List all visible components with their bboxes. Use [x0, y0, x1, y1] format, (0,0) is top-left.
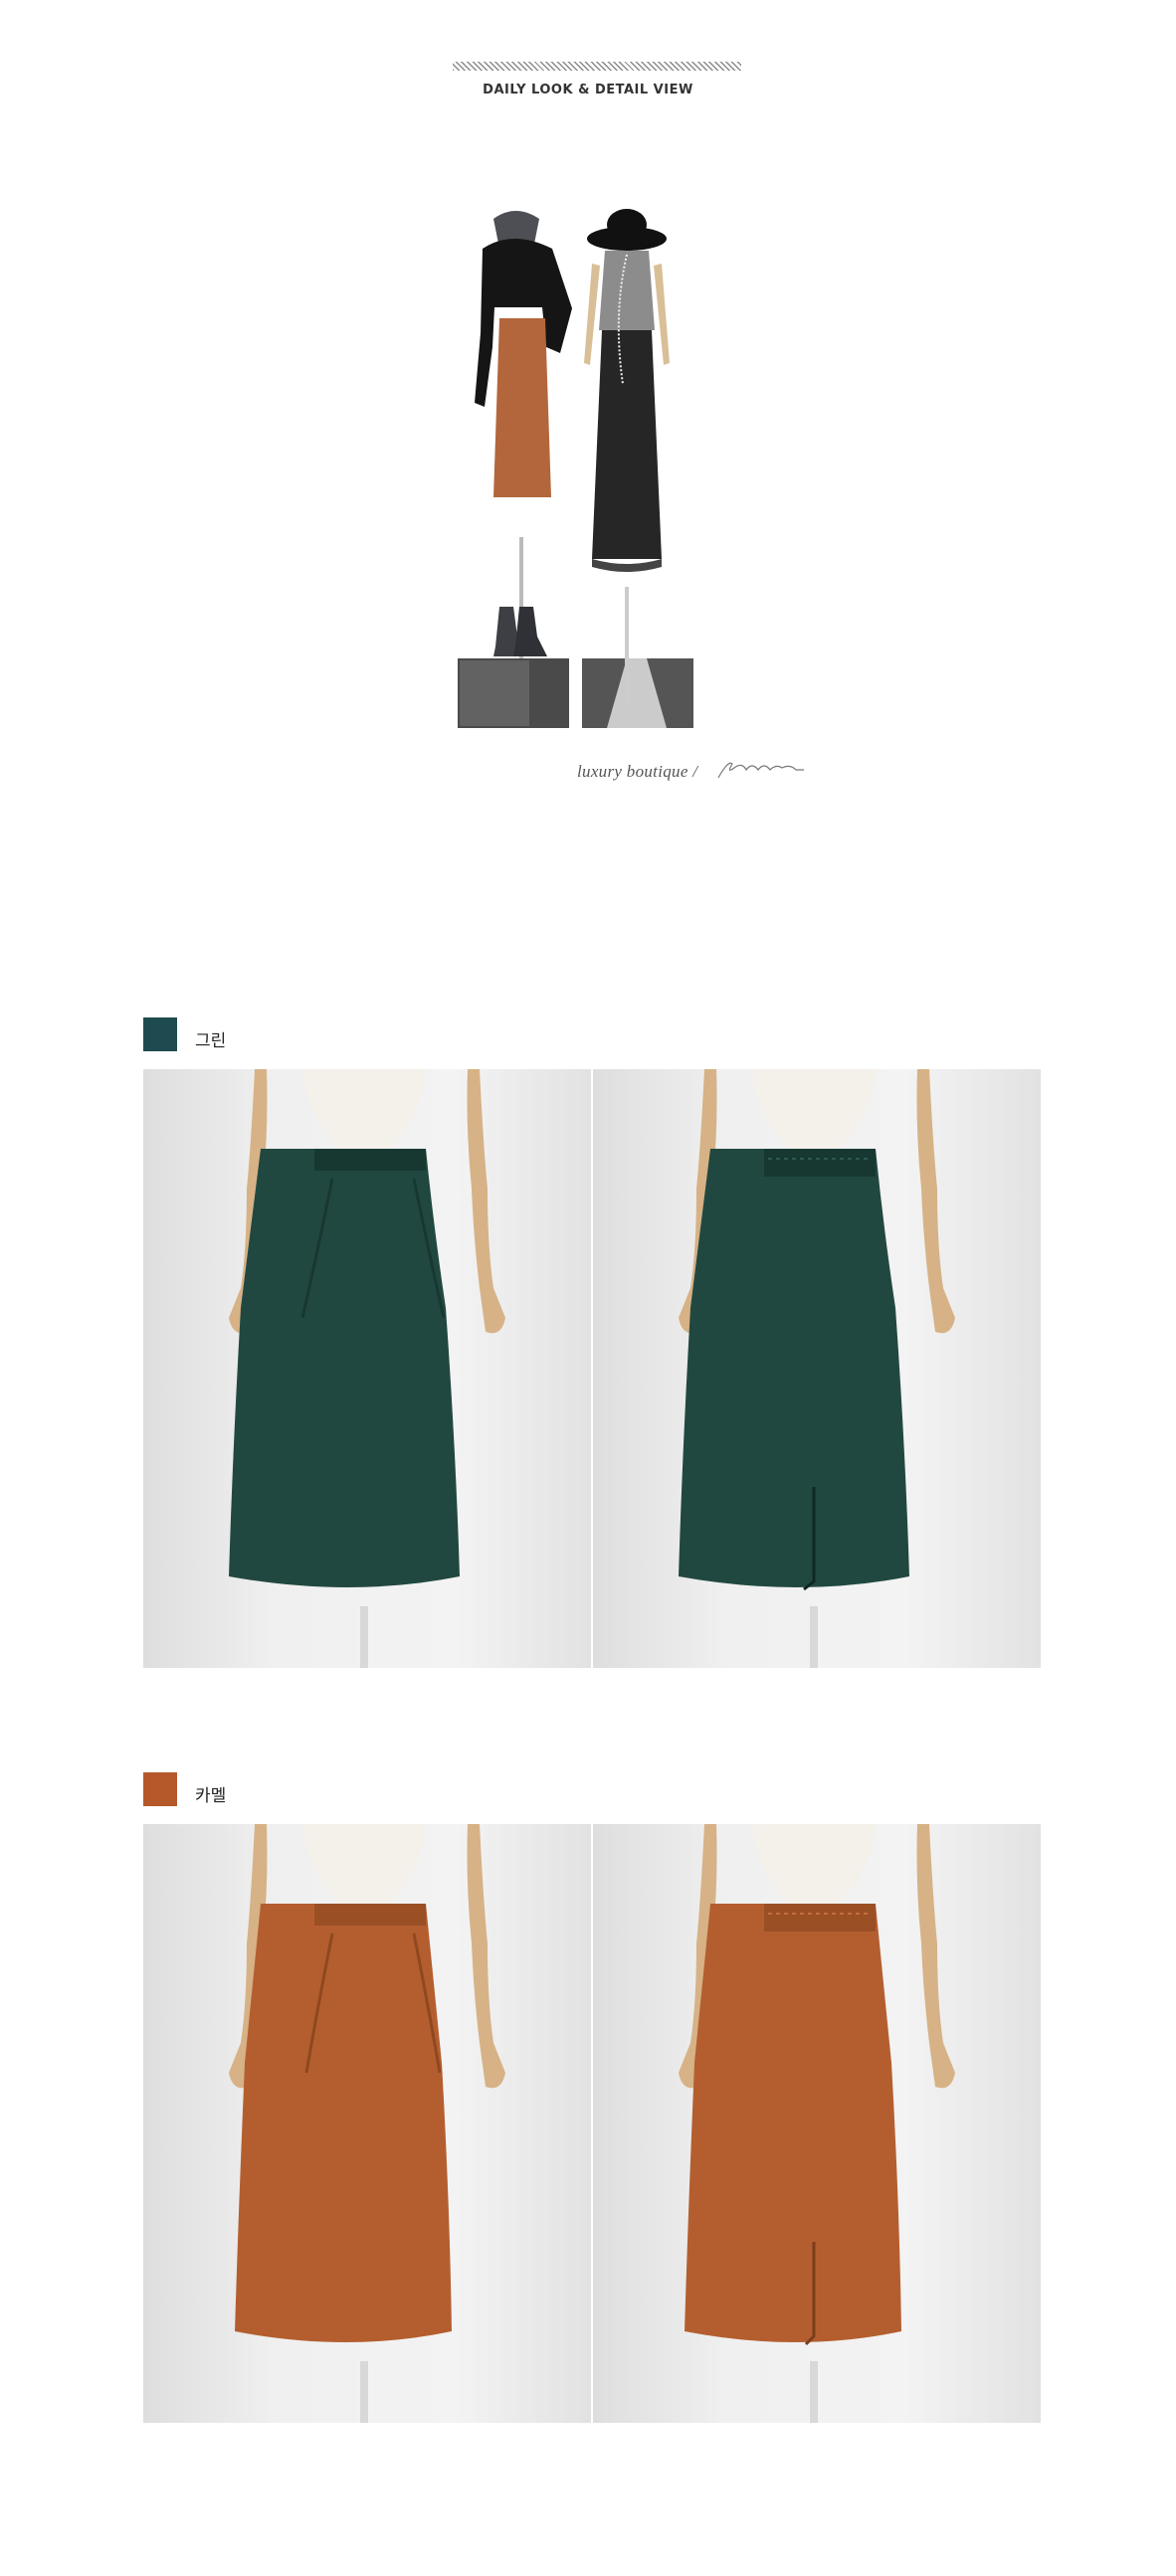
header-title: DAILY LOOK & DETAIL VIEW: [483, 83, 693, 97]
camel-skirt-back: [685, 1904, 901, 2342]
camel-skirt-back-photo: [593, 1824, 1041, 2423]
green-skirt-front: [229, 1149, 460, 1587]
green-skirt-back: [679, 1149, 909, 1587]
green-skirt-front-photo: [143, 1069, 591, 1668]
camel-skirt-front: [235, 1904, 452, 2342]
boutique-tagline: luxury boutique /: [577, 762, 698, 781]
color-label-camel: 카멜: [195, 1786, 227, 1806]
swatch-camel: [143, 1772, 177, 1806]
daily-look-image: [428, 189, 746, 746]
camel-skirt: [493, 318, 551, 497]
lace-pants: [592, 330, 662, 559]
swatch-green: [143, 1017, 177, 1051]
grey-top: [599, 251, 655, 330]
camel-skirt-front-photo: [143, 1824, 591, 2423]
header-hatch-line: [453, 62, 741, 71]
green-skirt-back-photo: [593, 1069, 1041, 1668]
signature-logo: [717, 762, 804, 779]
color-label-green: 그린: [195, 1031, 227, 1051]
